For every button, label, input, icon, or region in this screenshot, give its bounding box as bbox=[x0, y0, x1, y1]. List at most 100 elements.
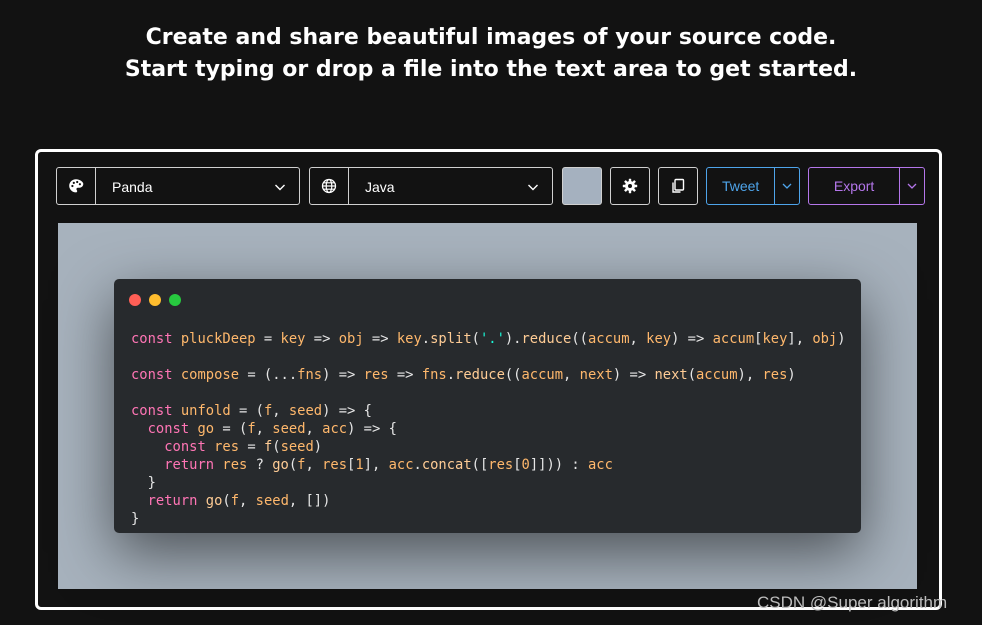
copy-icon bbox=[672, 178, 685, 193]
export-options-button[interactable] bbox=[899, 168, 924, 204]
chevron-down-icon bbox=[907, 183, 917, 189]
code-token: fns bbox=[421, 367, 447, 383]
code-token: , bbox=[272, 403, 289, 419]
code-token: reduce bbox=[521, 331, 572, 347]
code-token: , bbox=[629, 331, 647, 347]
language-value: Java bbox=[365, 179, 395, 195]
code-token: return bbox=[164, 457, 215, 473]
code-token: 0 bbox=[521, 457, 530, 473]
code-token: ? bbox=[247, 457, 273, 473]
code-token: const bbox=[131, 403, 173, 419]
code-token: => bbox=[363, 331, 397, 347]
code-token: = ( bbox=[214, 421, 248, 437]
code-token: const bbox=[131, 367, 173, 383]
code-token: seed bbox=[288, 403, 323, 419]
code-token: ) bbox=[837, 331, 846, 347]
code-token: ], bbox=[787, 331, 813, 347]
code-token: 1 bbox=[355, 457, 364, 473]
code-token: f bbox=[230, 493, 240, 509]
code-token: key bbox=[646, 331, 672, 347]
code-token: ) => { bbox=[347, 421, 397, 437]
code-token: accum bbox=[521, 367, 564, 383]
code-canvas: const pluckDeep = key => obj => key.spli… bbox=[58, 223, 917, 589]
code-token: seed bbox=[280, 439, 314, 455]
code-token: ) => bbox=[612, 367, 655, 383]
code-token: '.' bbox=[479, 331, 505, 347]
code-token: ( bbox=[222, 493, 231, 509]
code-token: reduce bbox=[455, 367, 505, 383]
code-token: return bbox=[147, 493, 198, 509]
code-token: = ( bbox=[230, 403, 264, 419]
code-token: , bbox=[255, 421, 273, 437]
code-line: const unfold = (f, seed) => { bbox=[131, 402, 846, 420]
code-token: } bbox=[131, 511, 140, 527]
code-token: const bbox=[164, 439, 206, 455]
code-token: f bbox=[263, 403, 273, 419]
code-token: ) => bbox=[322, 367, 364, 383]
code-token: fns bbox=[297, 367, 323, 383]
code-token: next bbox=[579, 367, 613, 383]
code-token: res bbox=[214, 439, 240, 455]
code-line: const res = f(seed) bbox=[131, 438, 846, 456]
code-token: res bbox=[222, 457, 248, 473]
code-token: . bbox=[446, 367, 456, 383]
code-token: acc bbox=[322, 421, 348, 437]
code-token: accum bbox=[696, 367, 738, 383]
code-token: f bbox=[263, 439, 273, 455]
code-token: => bbox=[305, 331, 339, 347]
theme-select[interactable]: Panda bbox=[56, 167, 300, 205]
code-token: res bbox=[488, 457, 514, 473]
code-token: , bbox=[239, 493, 256, 509]
code-token: ( bbox=[272, 439, 281, 455]
code-token: ( bbox=[471, 331, 480, 347]
background-color-picker[interactable] bbox=[562, 167, 602, 205]
copy-button[interactable] bbox=[658, 167, 698, 205]
page-header: Create and share beautiful images of you… bbox=[0, 22, 982, 86]
gear-icon bbox=[622, 178, 638, 194]
code-token: , []) bbox=[288, 493, 331, 509]
code-token: ), bbox=[737, 367, 763, 383]
code-token: => bbox=[388, 367, 422, 383]
tweet-button[interactable]: Tweet bbox=[707, 168, 774, 204]
code-token: ) bbox=[313, 439, 323, 455]
maximize-dot-icon bbox=[169, 294, 181, 306]
code-line: return go(f, seed, []) bbox=[131, 492, 846, 510]
code-token: res bbox=[363, 367, 389, 383]
code-token: accum bbox=[587, 331, 630, 347]
code-token: acc bbox=[388, 457, 414, 473]
code-token: seed bbox=[272, 421, 306, 437]
code-token: ], bbox=[363, 457, 389, 473]
code-token: key bbox=[280, 331, 306, 347]
code-editor[interactable]: const pluckDeep = key => obj => key.spli… bbox=[131, 330, 846, 528]
tweet-button-group: Tweet bbox=[706, 167, 800, 205]
close-dot-icon bbox=[129, 294, 141, 306]
code-line: } bbox=[131, 510, 846, 528]
settings-button[interactable] bbox=[610, 167, 650, 205]
code-token: res bbox=[322, 457, 348, 473]
code-token: = (... bbox=[239, 367, 298, 383]
code-token: (( bbox=[504, 367, 522, 383]
code-token: const bbox=[147, 421, 190, 437]
tweet-options-button[interactable] bbox=[774, 168, 799, 204]
code-token: ( bbox=[687, 367, 696, 383]
theme-value: Panda bbox=[112, 179, 153, 195]
chevron-down-icon bbox=[528, 184, 538, 191]
code-token: ]])) : bbox=[529, 457, 588, 473]
palette-icon bbox=[57, 168, 96, 204]
code-token: go bbox=[272, 457, 289, 473]
language-select[interactable]: Java bbox=[309, 167, 553, 205]
code-token: go bbox=[205, 493, 223, 509]
code-token: pluckDeep bbox=[180, 331, 256, 347]
code-window: const pluckDeep = key => obj => key.spli… bbox=[114, 279, 861, 533]
code-token: ). bbox=[504, 331, 522, 347]
export-button[interactable]: Export bbox=[809, 168, 899, 204]
